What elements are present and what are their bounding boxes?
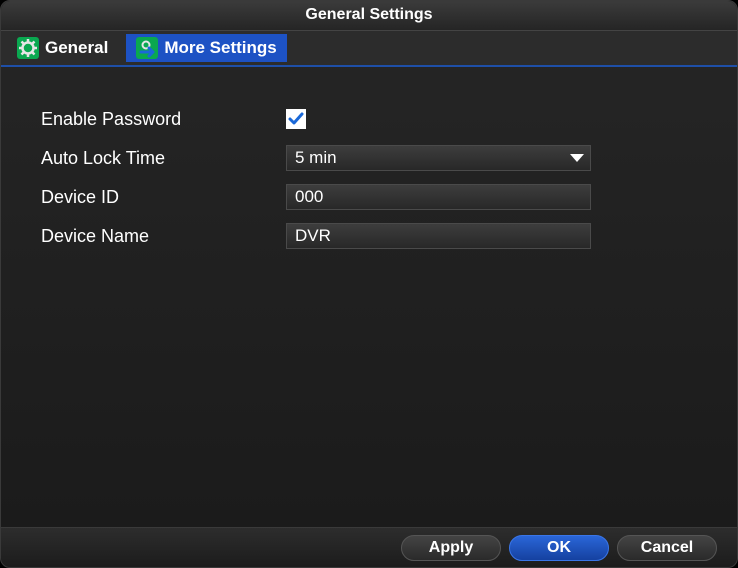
row-device-name: Device Name bbox=[41, 222, 707, 250]
content-area: Enable Password Auto Lock Time 5 min Dev… bbox=[1, 67, 737, 527]
gear-arrow-icon bbox=[136, 37, 158, 59]
tab-more-label: More Settings bbox=[164, 38, 276, 58]
label-device-id: Device ID bbox=[41, 187, 286, 208]
apply-button[interactable]: Apply bbox=[401, 535, 501, 561]
tab-bar: General More Settings bbox=[1, 31, 737, 67]
row-device-id: Device ID bbox=[41, 183, 707, 211]
label-enable-password: Enable Password bbox=[41, 109, 286, 130]
tab-general-label: General bbox=[45, 38, 108, 58]
label-device-name: Device Name bbox=[41, 226, 286, 247]
tab-more-settings[interactable]: More Settings bbox=[126, 34, 286, 62]
footer-bar: Apply OK Cancel bbox=[1, 527, 737, 567]
input-device-name[interactable] bbox=[286, 223, 591, 249]
row-auto-lock: Auto Lock Time 5 min bbox=[41, 144, 707, 172]
window-title: General Settings bbox=[1, 1, 737, 31]
ok-button[interactable]: OK bbox=[509, 535, 609, 561]
cancel-button[interactable]: Cancel bbox=[617, 535, 717, 561]
chevron-down-icon bbox=[570, 154, 584, 162]
gear-icon bbox=[17, 37, 39, 59]
settings-window: General Settings bbox=[0, 0, 738, 568]
row-enable-password: Enable Password bbox=[41, 105, 707, 133]
checkmark-icon bbox=[287, 110, 305, 128]
input-device-id[interactable] bbox=[286, 184, 591, 210]
tab-general[interactable]: General bbox=[7, 34, 118, 62]
select-auto-lock[interactable]: 5 min bbox=[286, 145, 591, 171]
label-auto-lock: Auto Lock Time bbox=[41, 148, 286, 169]
checkbox-enable-password[interactable] bbox=[286, 109, 306, 129]
select-auto-lock-value: 5 min bbox=[295, 148, 337, 168]
